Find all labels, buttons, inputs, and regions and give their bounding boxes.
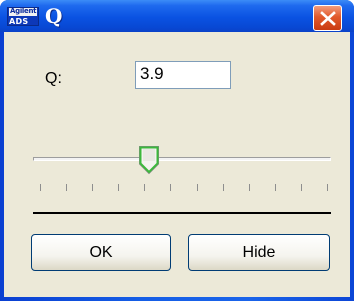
title-bar[interactable]: Agilent ADS Q [0, 0, 354, 32]
slider-tick [223, 184, 224, 191]
separator-line [33, 212, 331, 214]
slider-thumb[interactable] [138, 145, 160, 175]
slider-tick [327, 184, 328, 191]
slider-tick [66, 184, 67, 191]
ok-button[interactable]: OK [31, 234, 171, 271]
agilent-ads-icon: Agilent ADS [7, 7, 39, 26]
window-title: Q [45, 4, 63, 28]
close-button[interactable] [313, 5, 342, 31]
slider-tick [92, 184, 93, 191]
slider-tick [301, 184, 302, 191]
slider-track[interactable] [33, 157, 331, 161]
q-label: Q: [45, 70, 62, 87]
hide-button[interactable]: Hide [188, 234, 330, 271]
slider-tick [144, 184, 145, 191]
q-value-input[interactable]: 3.9 [135, 61, 231, 89]
slider-tick [249, 184, 250, 191]
slider-tick [170, 184, 171, 191]
slider-tick [118, 184, 119, 191]
slider-tick [275, 184, 276, 191]
slider-tick [40, 184, 41, 191]
slider-tick [197, 184, 198, 191]
close-icon [320, 11, 336, 26]
